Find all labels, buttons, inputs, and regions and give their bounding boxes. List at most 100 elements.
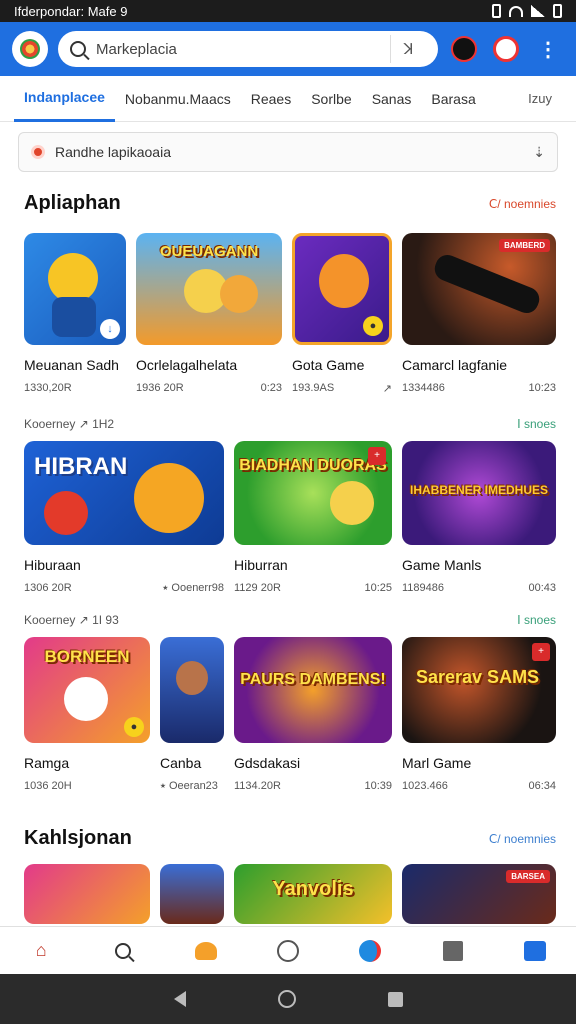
thumbnail-title: Yanvolis bbox=[272, 878, 354, 900]
notice-text: Randhe lapikaoaia bbox=[55, 144, 171, 160]
app-card[interactable]: Canba ⭑ Oeeran23 bbox=[160, 637, 224, 793]
alert-icon bbox=[31, 145, 45, 159]
social-icon[interactable] bbox=[357, 938, 383, 964]
app-meta: 1129 20R 10:25 bbox=[234, 582, 392, 594]
section-header: Apliaphan Ⅽ/ noemnies bbox=[0, 192, 576, 215]
profile-icon[interactable] bbox=[522, 938, 548, 964]
app-thumbnail[interactable] bbox=[160, 864, 224, 924]
search-input[interactable]: Markeplacia bbox=[96, 41, 380, 58]
app-thumbnail[interactable] bbox=[24, 864, 150, 924]
system-nav bbox=[0, 974, 576, 1024]
app-name: Hiburaan bbox=[24, 557, 81, 573]
app-thumbnail: ● bbox=[292, 233, 392, 345]
app-name: Gdsdakasi bbox=[234, 755, 301, 771]
battery-level-icon bbox=[553, 4, 562, 18]
app-card[interactable]: BAMBERD Camarcl lagfanie 1334486 10:23 bbox=[402, 233, 556, 395]
app-card[interactable]: BORNEEN ● Ramga 1036 20H bbox=[24, 637, 150, 793]
app-meta: 1189486 00:43 bbox=[402, 582, 556, 594]
app-meta: 1134.20R 10:39 bbox=[234, 780, 392, 792]
download-icon: ↓ bbox=[100, 319, 120, 339]
new-badge: + bbox=[532, 643, 550, 661]
mic-icon[interactable]: ꓘ bbox=[390, 35, 426, 63]
tab-barasa[interactable]: Barasa bbox=[421, 76, 485, 122]
back-icon[interactable] bbox=[173, 991, 186, 1007]
library-icon[interactable] bbox=[440, 938, 466, 964]
more-link[interactable]: Ⅰ snoes bbox=[517, 417, 556, 431]
app-card[interactable]: ● Gota Game 193.9AS ↗ bbox=[292, 233, 392, 395]
notification-icon[interactable] bbox=[490, 33, 522, 65]
thumbnail-title: OUEUAGANN bbox=[159, 243, 259, 260]
app-meta: 1330,20R bbox=[24, 382, 72, 394]
app-meta: ⭑ Oeeran23 bbox=[160, 780, 218, 792]
app-name: Meuanan Sadh bbox=[24, 357, 119, 373]
app-card[interactable]: PAURS DAMBENS! Gdsdakasi 1134.20R 10:39 bbox=[234, 637, 392, 793]
app-meta: 1306 20R ⭑ Ooenerr98 bbox=[24, 582, 224, 594]
app-thumbnail: Sarerav SAMS + bbox=[402, 637, 556, 743]
home-icon[interactable]: ⌂ bbox=[28, 938, 54, 964]
tab-izuy[interactable]: Izuy bbox=[518, 76, 562, 122]
app-card[interactable]: Sarerav SAMS + Marl Game 1023.466 06:34 bbox=[402, 637, 556, 793]
app-meta: 193.9AS ↗ bbox=[292, 382, 392, 395]
flower-logo-icon[interactable] bbox=[12, 31, 48, 67]
notice-banner[interactable]: Randhe lapikaoaia ⇣ bbox=[18, 132, 558, 172]
app-bar: Markeplacia ꓘ ⋮ bbox=[0, 22, 576, 76]
thumbnail-title: IHABBENER IMEDHUES bbox=[409, 483, 548, 497]
subsection-title: Kooerney ↗ 1H2 bbox=[24, 417, 115, 431]
see-all-link[interactable]: Ⅽ/ noemnies bbox=[489, 832, 556, 846]
game-app-icon[interactable] bbox=[448, 33, 480, 65]
more-link[interactable]: Ⅰ snoes bbox=[517, 613, 556, 627]
see-all-link[interactable]: Ⅽ/ noemnies bbox=[489, 197, 556, 211]
tab-nobanmu[interactable]: Nobanmu.Maacs bbox=[115, 76, 241, 122]
more-vert-icon[interactable]: ⋮ bbox=[532, 33, 564, 65]
app-thumbnail: BORNEEN ● bbox=[24, 637, 150, 743]
expand-icon[interactable]: ⇣ bbox=[533, 144, 545, 161]
app-card[interactable]: OUEUAGANN Ocrlelagalhelata 1936 20R 0:23 bbox=[136, 233, 282, 395]
thumbnail-title: PAURS DAMBENS! bbox=[240, 671, 386, 688]
app-meta: 1036 20H bbox=[24, 780, 72, 792]
signal-icon bbox=[531, 5, 545, 17]
clock-icon[interactable] bbox=[275, 938, 301, 964]
subsection-header: Kooerney ↗ 1I 93 Ⅰ snoes bbox=[0, 613, 576, 627]
app-row: Yanvolis BARSEA bbox=[0, 864, 576, 924]
app-meta: 1023.466 06:34 bbox=[402, 780, 556, 792]
app-thumbnail: OUEUAGANN bbox=[136, 233, 282, 345]
tab-reaes[interactable]: Reaes bbox=[241, 76, 301, 122]
app-thumbnail[interactable]: Yanvolis bbox=[234, 864, 392, 924]
app-card[interactable]: IHABBENER IMEDHUES Game Manls 1189486 00:… bbox=[402, 441, 556, 595]
app-thumbnail: PAURS DAMBENS! bbox=[234, 637, 392, 743]
section-title: Kahlsjonan bbox=[24, 827, 132, 849]
app-badge: BARSEA bbox=[506, 870, 550, 883]
app-thumbnail[interactable]: BARSEA bbox=[402, 864, 556, 924]
app-thumbnail: BIADHAN DUORAS + bbox=[234, 441, 392, 545]
app-name: Ocrlelagalhelata bbox=[136, 357, 238, 373]
tab-indanplacee[interactable]: Indanplacee bbox=[14, 76, 115, 122]
section-header: Kahlsjonan Ⅽ/ noemnies bbox=[0, 827, 576, 850]
app-name: Canba bbox=[160, 755, 202, 771]
app-card[interactable]: HIBRAN Hiburaan 1306 20R ⭑ Ooenerr98 bbox=[24, 441, 224, 595]
app-card[interactable]: ↓ Meuanan Sadh 1330,20R bbox=[24, 233, 126, 395]
section-title: Apliaphan bbox=[24, 192, 121, 214]
games-icon[interactable] bbox=[193, 938, 219, 964]
wifi-icon bbox=[509, 5, 523, 17]
play-icon: ● bbox=[363, 316, 383, 336]
app-row: ↓ Meuanan Sadh 1330,20R OUEUAGANN Ocrlel… bbox=[0, 233, 576, 395]
thumbnail-title: Sarerav SAMS bbox=[416, 667, 540, 687]
thumbnail-title: BORNEEN bbox=[44, 647, 130, 666]
tab-sanas[interactable]: Sanas bbox=[362, 76, 422, 122]
app-thumbnail: BAMBERD bbox=[402, 233, 556, 345]
app-name: Hiburran bbox=[234, 557, 288, 573]
status-bar: Ifderpondar: Mafe 9 bbox=[0, 0, 576, 22]
bottom-nav: ⌂ bbox=[0, 926, 576, 974]
search-bar[interactable]: Markeplacia ꓘ bbox=[58, 31, 438, 67]
search-nav-icon[interactable] bbox=[110, 938, 136, 964]
app-card[interactable]: BIADHAN DUORAS + Hiburran 1129 20R 10:25 bbox=[234, 441, 392, 595]
play-icon: ● bbox=[124, 717, 144, 737]
tab-sorlbe[interactable]: Sorlbe bbox=[301, 76, 361, 122]
app-name: Camarcl lagfanie bbox=[402, 357, 508, 373]
app-name: Marl Game bbox=[402, 755, 472, 771]
app-thumbnail: ↓ bbox=[24, 233, 126, 345]
recents-icon[interactable] bbox=[387, 991, 403, 1007]
new-badge: + bbox=[368, 447, 386, 465]
app-screen: Ifderpondar: Mafe 9 Markeplacia ꓘ ⋮ Inda… bbox=[0, 0, 576, 1024]
home-circle-icon[interactable] bbox=[277, 990, 296, 1008]
